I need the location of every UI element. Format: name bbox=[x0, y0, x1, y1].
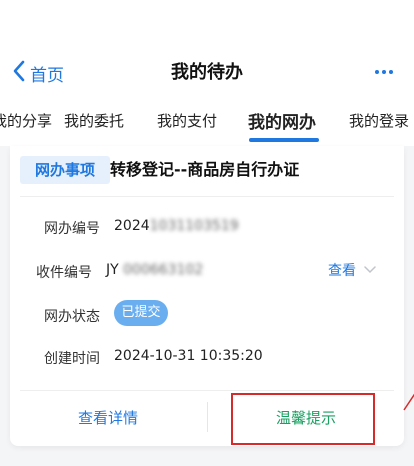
receipt-no-prefix: JY bbox=[106, 262, 119, 278]
task-card: 网办事项 转移登记--商品房自行办证 网办编号 2024 1031103519 收… bbox=[10, 146, 404, 446]
divider bbox=[20, 196, 394, 197]
online-no-prefix: 2024 bbox=[114, 218, 150, 234]
tab-my-share[interactable]: 我的分享 bbox=[0, 110, 52, 131]
active-tab-indicator bbox=[249, 138, 319, 142]
tab-my-entrust[interactable]: 我的委托 bbox=[64, 110, 124, 131]
more-icon bbox=[373, 67, 395, 86]
online-no-blurred: 1031103519 bbox=[149, 218, 239, 234]
status-badge: 已提交 bbox=[114, 300, 168, 326]
chevron-down-icon bbox=[356, 262, 376, 278]
status-label: 网办状态 bbox=[44, 309, 100, 325]
tab-my-payment[interactable]: 我的支付 bbox=[157, 110, 217, 131]
receipt-no-blurred: 000663102 bbox=[123, 262, 204, 278]
item-type-badge: 网办事项 bbox=[20, 156, 110, 184]
card-title: 转移登记--商品房自行办证 bbox=[110, 160, 300, 179]
online-no-label: 网办编号 bbox=[44, 221, 100, 237]
receipt-no-label: 收件编号 bbox=[36, 265, 92, 281]
annotation-line bbox=[400, 392, 414, 412]
view-details-button[interactable]: 查看详情 bbox=[10, 400, 206, 436]
more-button[interactable] bbox=[373, 62, 395, 82]
tab-my-login[interactable]: 我的登录 bbox=[349, 110, 409, 131]
view-button[interactable]: 查看 bbox=[328, 260, 376, 280]
receipt-no-value: JY 000663102 bbox=[106, 262, 203, 278]
created-value: 2024-10-31 10:35:20 bbox=[114, 348, 263, 364]
divider bbox=[20, 390, 394, 391]
online-no-value: 2024 1031103519 bbox=[114, 218, 239, 234]
page-title: 我的待办 bbox=[171, 62, 243, 83]
tab-bar: 我的分享 我的委托 我的支付 我的网办 我的登录 bbox=[0, 100, 414, 146]
created-label: 创建时间 bbox=[44, 351, 100, 367]
tips-button[interactable]: 温馨提示 bbox=[208, 400, 404, 436]
view-label: 查看 bbox=[328, 263, 356, 279]
tab-my-online[interactable]: 我的网办 bbox=[248, 108, 316, 133]
header: 首页 我的待办 我的分享 我的委托 我的支付 我的网办 我的登录 bbox=[0, 0, 414, 146]
